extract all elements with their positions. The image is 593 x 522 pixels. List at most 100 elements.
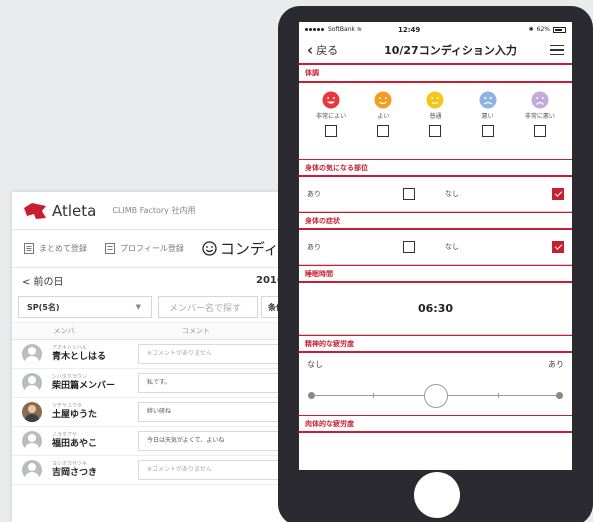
face-option-good[interactable]: よい — [359, 91, 407, 159]
member-row[interactable]: シバタクラウン 柴田篇メンバー 私です。 — [12, 369, 302, 398]
status-time: 12:49 — [397, 25, 421, 34]
terrible-face-icon — [531, 91, 549, 109]
date-nav: < 前の日 2016/11/0 — [12, 268, 302, 292]
member-name-block: シバタクラウン 柴田篇メンバー — [52, 374, 132, 392]
comment-column-header: コメント — [182, 327, 210, 335]
atleta-logo-icon — [24, 202, 46, 219]
group-select-value: SP(5名) — [27, 302, 60, 312]
symptoms-row: あり なし — [299, 230, 572, 265]
caret-down-icon: ▼ — [135, 303, 141, 311]
slider-left-label: なし — [307, 360, 323, 369]
member-name: 吉岡さつき — [52, 468, 98, 478]
face-label: 普通 — [429, 113, 442, 120]
face-option-normal[interactable]: 普通 — [411, 91, 459, 159]
condition-tab[interactable]: コンディ — [202, 238, 279, 259]
member-name: 福田あやこ — [52, 439, 98, 449]
member-list: アオキトシハル 青木としはる ※コメントがありません シバタクラウン 柴田篇メンバー 私で… — [12, 340, 302, 485]
member-name-block: ヨシオカサツキ 吉岡さつき — [52, 461, 132, 479]
member-name-block: ノラダアヤ 福田あやこ — [52, 432, 132, 450]
condition-tab-label: コンディ — [219, 240, 279, 258]
bulk-register-label: まとめて登録 — [39, 244, 87, 253]
face-checkbox[interactable] — [481, 125, 494, 137]
slider-right-label: あり — [548, 360, 564, 369]
member-kana: ノラダアヤ — [52, 432, 78, 438]
bulk-register-button[interactable]: まとめて登録 — [24, 243, 87, 254]
slider-tick — [373, 393, 375, 398]
toolbar: まとめて登録 プロフィール登録 コンディ — [12, 230, 302, 268]
face-label: 悪い — [481, 113, 494, 120]
face-label: 非常に悪い — [524, 113, 555, 120]
member-name: 青木としはる — [52, 352, 107, 362]
avatar — [22, 402, 42, 422]
condition-face-options: 非常によい よい 普通 悪い 非常に悪い — [299, 83, 572, 159]
slider-tick — [497, 393, 499, 398]
profile-register-button[interactable]: プロフィール登録 — [105, 243, 184, 254]
back-label: 戻る — [316, 44, 339, 57]
face-checkbox[interactable] — [533, 125, 546, 137]
list-icon — [105, 243, 115, 254]
bad-face-icon — [479, 91, 497, 109]
desktop-panel: Atleta CLIMB Factory 社内用 まとめて登録 プロフィール登録… — [12, 192, 302, 522]
member-kana: ツチヤユウタ — [52, 403, 83, 409]
face-checkbox[interactable] — [377, 125, 390, 137]
symptoms-no-label: なし — [445, 243, 459, 251]
section-sleep: 睡眠時間 — [299, 265, 572, 283]
slider-max-dot — [556, 392, 563, 399]
section-body-concern: 身体の気になる部位 — [299, 159, 572, 177]
avatar — [22, 431, 42, 451]
home-button[interactable] — [414, 472, 460, 518]
member-kana: アオキトシハル — [52, 345, 87, 351]
battery-icon — [553, 26, 566, 33]
member-row[interactable]: ツチヤユウタ 土屋ゆうた 絆い研ね — [12, 398, 302, 427]
slider-min-dot — [308, 392, 315, 399]
prev-day-link[interactable]: < 前の日 — [22, 273, 64, 288]
back-button[interactable]: ‹ 戻る — [307, 41, 371, 59]
mental-fatigue-slider: なし あり — [299, 353, 572, 415]
menu-icon[interactable] — [550, 44, 564, 56]
section-physical-fatigue: 肉体的な疲労度 — [299, 415, 572, 433]
face-option-great[interactable]: 非常によい — [307, 91, 355, 159]
slider-track[interactable] — [308, 384, 563, 408]
slider-knob[interactable] — [423, 384, 448, 408]
signal-icon — [305, 28, 325, 31]
status-bar: SoftBank ≋ 12:49 ✱ 62% — [299, 22, 572, 37]
chevron-left-icon: ‹ — [307, 41, 314, 59]
section-mental-fatigue: 精神的な疲労度 — [299, 335, 572, 353]
section-symptoms: 身体の症状 — [299, 212, 572, 230]
carrier-name: SoftBank — [328, 26, 355, 33]
member-kana: シバタクラウン — [52, 374, 87, 380]
member-column-header: メンバ — [53, 327, 75, 335]
brand-subtitle: CLIMB Factory 社内用 — [112, 206, 196, 215]
phone-screen: SoftBank ≋ 12:49 ✱ 62% ‹ 戻る 10/27コンディション… — [299, 22, 572, 470]
wifi-icon: ≋ — [356, 26, 362, 33]
member-name: 柴田篇メンバー — [52, 381, 116, 391]
face-checkbox[interactable] — [325, 125, 338, 137]
face-option-terrible[interactable]: 非常に悪い — [516, 91, 564, 159]
member-kana: ヨシオカサツキ — [52, 461, 88, 467]
sleep-time-input[interactable]: 06:30 — [299, 283, 572, 335]
member-row[interactable]: ヨシオカサツキ 吉岡さつき ※コメントがありません — [12, 456, 302, 485]
group-select[interactable]: SP(5名) ▼ — [18, 296, 152, 318]
face-option-bad[interactable]: 悪い — [464, 91, 512, 159]
member-search-input[interactable]: メンバー名で探す — [158, 296, 258, 318]
body-concern-no-checkbox[interactable] — [552, 188, 564, 200]
symptoms-no-checkbox[interactable] — [552, 241, 564, 253]
member-name-block: ツチヤユウタ 土屋ゆうた — [52, 403, 132, 421]
battery-percent: 62% — [536, 26, 550, 33]
normal-face-icon — [426, 91, 444, 109]
profile-register-label: プロフィール登録 — [120, 244, 184, 253]
symptoms-yes-checkbox[interactable] — [403, 241, 415, 253]
member-row[interactable]: アオキトシハル 青木としはる ※コメントがありません — [12, 340, 302, 369]
phone-device: SoftBank ≋ 12:49 ✱ 62% ‹ 戻る 10/27コンディション… — [278, 6, 593, 522]
body-concern-yes-checkbox[interactable] — [403, 188, 415, 200]
good-face-icon — [374, 91, 392, 109]
section-physical: 体調 — [299, 65, 572, 83]
member-row[interactable]: ノラダアヤ 福田あやこ 今日は天気がよくて、よいね — [12, 427, 302, 456]
member-name: 土屋ゆうた — [52, 410, 98, 420]
member-name-block: アオキトシハル 青木としはる — [52, 345, 132, 363]
column-header: メンバ コメント — [12, 322, 302, 340]
avatar — [22, 373, 42, 393]
face-checkbox[interactable] — [429, 125, 442, 137]
symptoms-yes-label: あり — [307, 243, 321, 251]
nav-bar: ‹ 戻る 10/27コンディション入力 — [299, 37, 572, 65]
